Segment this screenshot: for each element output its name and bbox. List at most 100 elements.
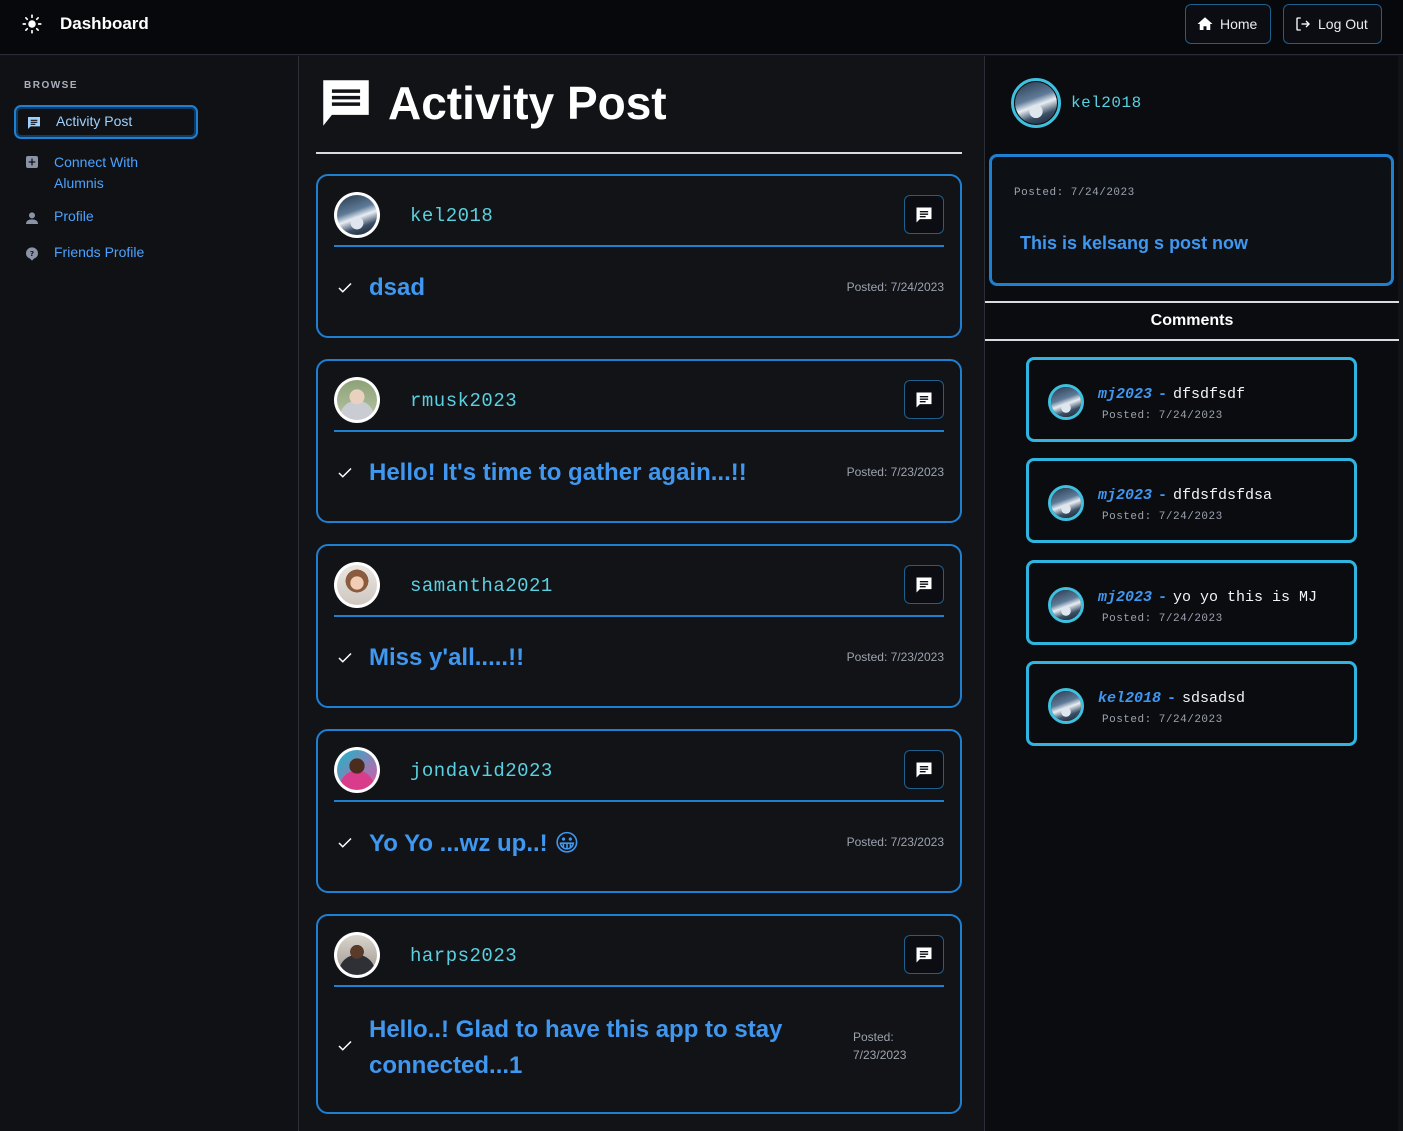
post-username[interactable]: harps2023 [410,945,517,967]
post-username[interactable]: jondavid2023 [410,760,553,782]
post-card[interactable]: rmusk2023 Hello! It's time to gather aga… [316,359,962,523]
avatar[interactable] [1048,384,1084,420]
check-icon [338,1040,352,1051]
divider [334,985,944,987]
sun-icon[interactable] [22,14,42,34]
help-icon: ? [26,247,38,261]
logout-button-label: Log Out [1318,16,1368,32]
post-date: Posted: 7/23/2023 [846,650,944,664]
sidebar-item-profile[interactable]: Profile [14,208,198,226]
comment-username[interactable]: kel2018 [1098,690,1161,707]
post-text: Miss y'all.....!! [369,644,525,671]
svg-text:?: ? [30,249,34,258]
selected-post-card: Posted: 7/24/2023 This is kelsang s post… [989,154,1394,286]
avatar[interactable] [1048,688,1084,724]
comment-separator: - [1158,487,1168,504]
divider [316,152,962,154]
sidebar: BROWSE Activity Post Connect With Alumni… [0,56,299,1131]
post-date: Posted: 7/24/2023 [846,280,944,294]
avatar[interactable] [1048,587,1084,623]
post-card[interactable]: jondavid2023 Yo Yo ...wz up..! 😀 Posted:… [316,729,962,893]
comment-username[interactable]: mj2023 [1098,589,1152,606]
comment-button[interactable] [904,380,944,419]
comment-line: mj2023- dfsdfsdf [1098,386,1245,403]
comment-separator: - [1158,589,1168,606]
comment-text: sdsadsd [1182,690,1246,707]
post-detail-panel: kel2018 Posted: 7/24/2023 This is kelsan… [984,56,1399,1131]
post-text: This is kelsang s post now [1020,233,1249,253]
avatar[interactable] [334,747,380,793]
divider [334,800,944,802]
logout-button[interactable]: Log Out [1283,4,1382,44]
avatar[interactable] [334,377,380,423]
sidebar-item-friends-profile[interactable]: ? Friends Profile [14,244,198,262]
detail-username[interactable]: kel2018 [1071,94,1142,112]
divider [985,339,1399,341]
sidebar-section-label: BROWSE [24,80,78,91]
comment-button[interactable] [904,195,944,234]
comment-button[interactable] [904,565,944,604]
post-date: Posted: 7/23/2023 [846,465,944,479]
home-button-label: Home [1220,16,1258,32]
chat-icon [323,80,369,126]
post-text: dsad [369,274,426,301]
comment-username[interactable]: mj2023 [1098,487,1152,504]
activity-feed: Activity Post kel2018 dsad Posted: 7/24/… [300,56,983,1131]
avatar[interactable] [1048,485,1084,521]
post-username[interactable]: kel2018 [410,205,493,227]
post-text: Hello! It's time to gather again...!! [369,459,747,486]
comment-line: kel2018- sdsadsd [1098,690,1245,707]
app-title[interactable]: Dashboard [60,14,149,34]
comment-date: Posted: 7/24/2023 [1102,511,1223,523]
chat-icon [28,117,40,129]
divider [985,301,1399,303]
sidebar-item-label: Activity Post [56,113,133,129]
sidebar-item-label: Profile [54,208,94,224]
avatar[interactable] [1011,78,1061,128]
home-button[interactable]: Home [1185,4,1271,44]
divider [334,615,944,617]
comment-date: Posted: 7/24/2023 [1102,714,1223,726]
comment-card: mj2023- dfdsfdsfdsa Posted: 7/24/2023 [1026,458,1357,543]
page-header: Activity Post [320,76,667,130]
post-date: Posted: 7/24/2023 [1014,187,1135,199]
comment-card: kel2018- sdsadsd Posted: 7/24/2023 [1026,661,1357,746]
comment-date: Posted: 7/24/2023 [1102,410,1223,422]
comment-button[interactable] [904,750,944,789]
post-username[interactable]: samantha2021 [410,575,553,597]
sidebar-item-label: Friends Profile [54,244,145,260]
sidebar-item-connect-with-alumnis[interactable]: Connect With Alumnis [14,152,198,194]
sidebar-item-activity-post[interactable]: Activity Post [14,105,198,139]
check-icon [338,282,352,293]
post-card[interactable]: samantha2021 Miss y'all.....!! Posted: 7… [316,544,962,708]
avatar[interactable] [334,192,380,238]
person-icon [26,212,38,224]
comment-separator: - [1167,690,1177,707]
comment-card: mj2023- dfsdfsdf Posted: 7/24/2023 [1026,357,1357,442]
post-text: Hello..! Glad to have this app to stay c… [369,1016,783,1079]
post-text: Yo Yo ...wz up..! 😀 [369,830,580,857]
post-date: Posted: 7/23/2023 [853,1028,906,1064]
post-date: Posted: 7/23/2023 [846,835,944,849]
post-username[interactable]: rmusk2023 [410,390,517,412]
avatar[interactable] [334,932,380,978]
page-title: Activity Post [388,77,667,129]
comment-line: mj2023- dfdsfdsfdsa [1098,487,1272,504]
check-icon [338,837,352,848]
divider [334,430,944,432]
check-icon [338,467,352,478]
comment-line: mj2023- yo yo this is MJ [1098,589,1317,606]
comment-icon [916,392,932,407]
comment-button[interactable] [904,935,944,974]
home-icon [1197,17,1213,30]
comment-username[interactable]: mj2023 [1098,386,1152,403]
comment-text: dfsdfsdf [1173,386,1246,403]
post-card[interactable]: kel2018 dsad Posted: 7/24/2023 [316,174,962,338]
comment-separator: - [1158,386,1168,403]
comment-text: yo yo this is MJ [1173,589,1318,606]
avatar[interactable] [334,562,380,608]
comment-icon [916,947,932,962]
comment-text: dfdsfdsfdsa [1173,487,1273,504]
post-date-value: 7/23/2023 [853,1048,907,1062]
post-card[interactable]: harps2023 Hello..! Glad to have this app… [316,914,962,1114]
